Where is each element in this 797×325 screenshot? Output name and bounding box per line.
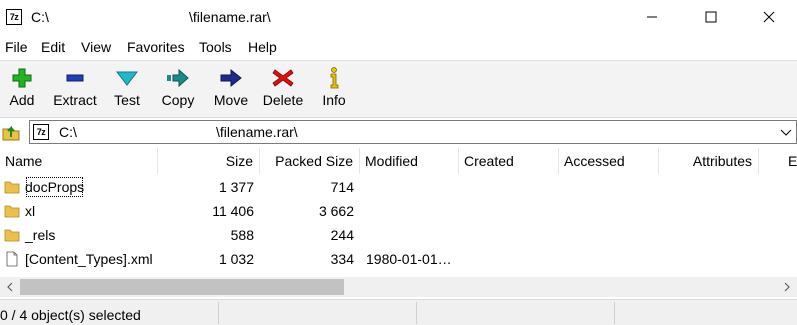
folder-icon	[4, 181, 20, 194]
menu-help[interactable]: Help	[248, 39, 277, 55]
app-icon: 7z	[6, 9, 22, 25]
copy-button[interactable]: Copy	[158, 63, 198, 115]
toolbar: Add Extract Test Copy Move Delete Info	[0, 60, 797, 118]
menu-edit[interactable]: Edit	[41, 39, 65, 55]
address-archive-icon: 7z	[33, 124, 49, 140]
column-header-accessed[interactable]: Accessed	[559, 148, 659, 174]
column-header-encrypted[interactable]: En	[759, 148, 797, 174]
delete-x-icon	[272, 69, 294, 87]
extract-button[interactable]: Extract	[50, 63, 100, 115]
status-divider	[614, 302, 615, 324]
address-field[interactable]: 7z C:\ \filename.rar\	[29, 120, 797, 144]
scroll-right-icon[interactable]	[781, 281, 793, 293]
folder-icon	[4, 229, 20, 242]
file-packed-size: 3 662	[318, 203, 354, 219]
horizontal-scrollbar[interactable]	[0, 277, 797, 297]
file-list[interactable]: Name Size Packed Size Modified Created A…	[0, 148, 797, 276]
file-packed-size: 714	[330, 179, 354, 195]
menu-view[interactable]: View	[81, 39, 111, 55]
column-header-created[interactable]: Created	[459, 148, 559, 174]
info-label: Info	[322, 92, 346, 108]
extract-label: Extract	[53, 92, 97, 108]
chevron-down-icon[interactable]	[779, 124, 793, 140]
folder-up-icon[interactable]	[1, 122, 21, 142]
address-archive: \filename.rar\	[216, 124, 298, 140]
close-icon	[763, 11, 775, 23]
close-button[interactable]	[746, 0, 792, 34]
file-modified: 1980-01-01…	[366, 251, 452, 267]
status-divider	[218, 302, 219, 324]
maximize-button[interactable]	[688, 0, 734, 34]
scrollbar-thumb[interactable]	[20, 279, 344, 295]
copy-arrow-icon	[167, 68, 189, 88]
file-name: xl	[25, 203, 36, 219]
menu-bar: File Edit View Favorites Tools Help	[0, 36, 797, 58]
copy-label: Copy	[161, 92, 195, 108]
file-modified	[366, 175, 456, 199]
maximize-icon	[705, 11, 717, 23]
file-icon	[6, 251, 18, 267]
menu-file[interactable]: File	[5, 39, 28, 55]
file-name: _rels	[25, 227, 56, 243]
info-button[interactable]: Info	[317, 63, 351, 115]
add-button[interactable]: Add	[4, 63, 40, 115]
file-size: 588	[230, 227, 254, 243]
file-size: 1 032	[218, 251, 254, 267]
scroll-left-icon[interactable]	[4, 281, 16, 293]
info-icon	[330, 67, 339, 89]
test-button[interactable]: Test	[109, 63, 145, 115]
file-packed-size: 334	[330, 251, 354, 267]
selection-status: 0 / 4 object(s) selected	[0, 307, 141, 323]
table-row[interactable]: docProps 1 377 714	[0, 175, 797, 199]
column-header-modified[interactable]: Modified	[360, 148, 459, 174]
move-label: Move	[213, 92, 249, 108]
status-divider	[416, 302, 417, 324]
table-row[interactable]: [Content_Types].xml 1 032 334 1980-01-01…	[0, 247, 797, 271]
minus-icon	[66, 74, 84, 82]
plus-icon	[12, 68, 32, 88]
delete-label: Delete	[262, 92, 304, 108]
file-name: docProps	[24, 175, 85, 199]
move-arrow-icon	[220, 68, 242, 88]
delete-button[interactable]: Delete	[259, 63, 307, 115]
status-bar: 0 / 4 object(s) selected	[0, 299, 797, 325]
file-modified	[366, 199, 456, 223]
address-path: C:\	[59, 124, 77, 140]
column-header-size[interactable]: Size	[158, 148, 260, 174]
menu-tools[interactable]: Tools	[199, 39, 232, 55]
table-row[interactable]: _rels 588 244	[0, 223, 797, 247]
move-button[interactable]: Move	[210, 63, 252, 115]
column-header-attributes[interactable]: Attributes	[659, 148, 759, 174]
file-size: 11 406	[212, 203, 254, 219]
column-header-name[interactable]: Name	[0, 148, 158, 174]
file-modified	[366, 223, 456, 247]
test-label: Test	[114, 92, 140, 108]
column-header-packed-size[interactable]: Packed Size	[260, 148, 360, 174]
window-title-archive: \filename.rar\	[189, 9, 271, 25]
check-icon	[115, 71, 139, 86]
title-bar: 7z C:\ \filename.rar\	[0, 0, 797, 34]
menu-favorites[interactable]: Favorites	[127, 39, 185, 55]
add-label: Add	[9, 92, 35, 108]
file-size: 1 377	[218, 179, 254, 195]
minimize-button[interactable]	[629, 0, 675, 34]
minimize-icon	[647, 16, 657, 18]
folder-icon	[4, 205, 20, 218]
window-title-path: C:\	[31, 9, 49, 25]
table-row[interactable]: xl 11 406 3 662	[0, 199, 797, 223]
file-packed-size: 244	[330, 227, 354, 243]
file-name: [Content_Types].xml	[25, 251, 153, 267]
address-bar: 7z C:\ \filename.rar\	[0, 118, 797, 146]
